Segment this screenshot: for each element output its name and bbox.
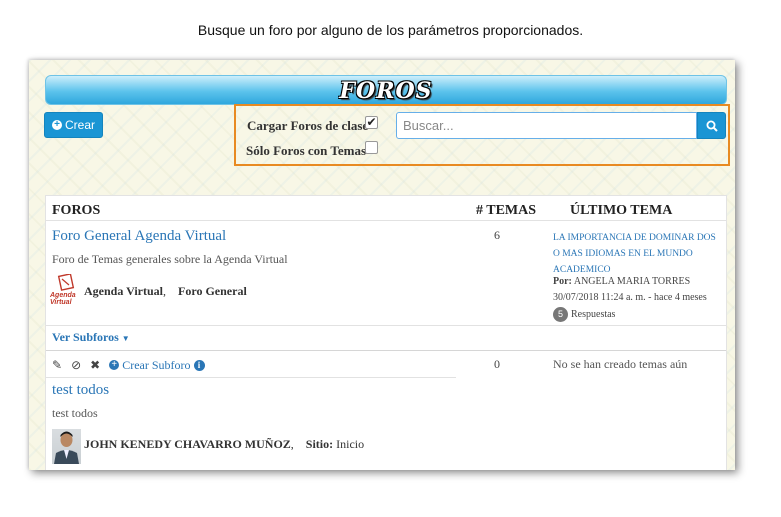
- delete-icon[interactable]: ✖: [90, 359, 100, 371]
- forum-title-link[interactable]: Foro General Agenda Virtual: [52, 228, 226, 245]
- load-class-forums-checkbox[interactable]: ✔: [365, 116, 378, 129]
- create-forum-button[interactable]: + Crear: [44, 112, 103, 138]
- col-header-latest: ÚLTIMO TEMA: [570, 203, 673, 218]
- latest-topic-replies: 5 Respuestas: [553, 307, 615, 322]
- latest-topic-author: Por: ANGELA MARIA TORRES: [553, 276, 690, 287]
- topic-count: 6: [494, 228, 500, 242]
- logo-text: Agenda Virtual: [50, 292, 76, 306]
- forum-description: test todos: [52, 406, 98, 420]
- search-icon: [706, 120, 718, 132]
- site-label: Sitio:: [305, 437, 334, 451]
- view-subforums-label: Ver Subforos: [52, 330, 119, 344]
- search-filters: Cargar Foros de clase ✔ Sólo Foros con T…: [234, 104, 730, 166]
- site-value: Inicio: [336, 437, 365, 451]
- user-photo: [54, 431, 79, 464]
- forums-table: FOROS # TEMAS ÚLTIMO TEMA Foro General A…: [45, 195, 727, 470]
- forums-banner: FOROS: [45, 75, 727, 105]
- replies-label: Respuestas: [571, 309, 616, 320]
- avatar: [52, 429, 81, 464]
- plus-circle-icon: +: [51, 120, 62, 130]
- col-header-forums: FOROS: [52, 203, 101, 218]
- instruction-caption: Busque un foro por alguno de los parámet…: [197, 22, 584, 38]
- only-with-topics-label: Sólo Foros con Temas: [246, 143, 367, 158]
- banner-title: FOROS: [339, 78, 433, 104]
- owner-separator: ,: [163, 284, 167, 298]
- search-button[interactable]: [697, 112, 726, 139]
- load-class-forums-label: Cargar Foros de clase: [247, 118, 369, 133]
- author-label: Por:: [553, 276, 572, 287]
- owner-name: Agenda Virtual: [84, 284, 164, 298]
- search-input[interactable]: Buscar...: [396, 112, 697, 139]
- create-forum-label: Crear: [64, 118, 95, 132]
- caret-down-icon: ▼: [121, 334, 130, 343]
- site-name: Foro General: [178, 284, 247, 298]
- forum-actions: ✎ ⊘ ✖ + Crear Subforo i: [52, 357, 205, 373]
- info-icon[interactable]: i: [193, 359, 205, 371]
- create-subforum-label: Crear Subforo: [122, 357, 191, 372]
- reply-count-badge: 5: [553, 307, 568, 322]
- forum-owner: JOHN KENEDY CHAVARRO MUÑOZ, Sitio: Inici…: [84, 437, 364, 452]
- author-name: ANGELA MARIA TORRES: [573, 276, 691, 287]
- no-topics-message: No se han creado temas aún: [553, 357, 688, 371]
- topic-count: 0: [494, 357, 500, 371]
- view-subforums-toggle[interactable]: Ver Subforos ▼: [52, 330, 130, 345]
- latest-topic-date: 30/07/2018 11:24 a. m. - hace 4 meses: [553, 292, 707, 303]
- only-with-topics-checkbox[interactable]: [365, 141, 378, 154]
- forum-owner: Agenda Virtual, Foro General: [84, 284, 247, 299]
- edit-icon[interactable]: ✎: [52, 359, 62, 371]
- forum-title-link[interactable]: test todos: [52, 382, 109, 399]
- forum-description: Foro de Temas generales sobre la Agenda …: [52, 252, 288, 266]
- owner-separator: ,: [290, 437, 294, 451]
- col-header-topics: # TEMAS: [476, 203, 537, 218]
- forums-panel: FOROS + Crear Cargar Foros de clase ✔ Só…: [29, 60, 735, 470]
- owner-name: JOHN KENEDY CHAVARRO MUÑOZ: [84, 437, 291, 451]
- create-subforum-link[interactable]: + Crear Subforo i: [109, 357, 205, 373]
- plus-circle-icon: +: [109, 360, 120, 370]
- latest-topic-link[interactable]: LA IMPORTANCIA DE DOMINAR DOS O MAS IDIO…: [553, 230, 723, 278]
- disable-icon[interactable]: ⊘: [71, 359, 81, 371]
